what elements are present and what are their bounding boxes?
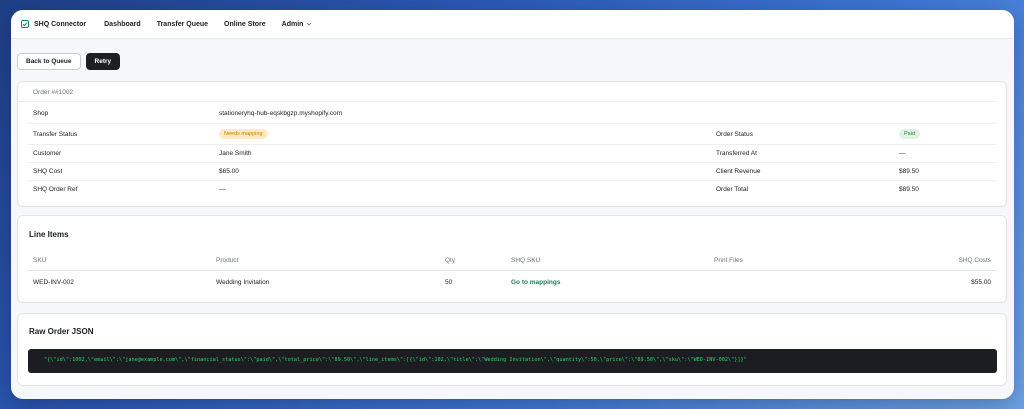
brand-name: SHQ Connector	[34, 20, 87, 28]
customer-value: Jane Smith	[219, 150, 252, 157]
connector-logo-icon	[21, 20, 29, 28]
col-qty: Qty	[445, 257, 456, 264]
transferred-at-label: Transferred At	[716, 150, 757, 157]
shq-order-ref-value: —	[219, 186, 226, 193]
client-revenue-value: $89.50	[899, 168, 919, 175]
chevron-down-icon	[306, 21, 312, 27]
table-divider	[28, 270, 996, 271]
col-shq-costs: SHQ Costs	[958, 257, 991, 264]
order-total-label: Order Total	[716, 186, 749, 193]
nav-online-store[interactable]: Online Store	[224, 21, 266, 28]
transfer-status-label: Transfer Status	[33, 131, 78, 138]
col-print-files: Print Files	[714, 257, 743, 264]
go-to-mappings-link[interactable]: Go to mappings	[511, 279, 560, 286]
app-window: SHQ Connector Dashboard Transfer Queue O…	[11, 10, 1014, 399]
shq-cost-label: SHQ Cost	[33, 168, 63, 175]
cell-sku: WED-INV-002	[33, 279, 74, 286]
brand[interactable]: SHQ Connector	[21, 20, 86, 28]
retry-button[interactable]: Retry	[85, 53, 121, 70]
shq-order-ref-label: SHQ Order Ref	[33, 186, 78, 193]
shop-label: Shop	[33, 110, 49, 117]
raw-json-code[interactable]: "{\"id\":1002,\"email\":\"jane@example.c…	[28, 349, 997, 373]
cell-qty: 50	[445, 279, 453, 286]
top-nav: SHQ Connector Dashboard Transfer Queue O…	[11, 10, 1014, 39]
client-revenue-label: Client Revenue	[716, 168, 761, 175]
order-total-value: $89.50	[899, 186, 919, 193]
nav-transfer-queue[interactable]: Transfer Queue	[157, 21, 208, 28]
status-row: Transfer Status Needs mapping Order Stat…	[28, 124, 996, 145]
back-to-queue-button[interactable]: Back to Queue	[17, 53, 81, 70]
order-status-label: Order Status	[716, 131, 753, 138]
order-details-card: Order ##1002 Shop stationeryhq-hub-eqskb…	[17, 81, 1007, 207]
customer-label: Customer	[33, 150, 62, 157]
col-product: Product	[216, 257, 239, 264]
nav-admin-dropdown[interactable]: Admin	[282, 21, 313, 28]
line-items-title: Line Items	[29, 230, 69, 239]
shop-row: Shop stationeryhq-hub-eqskbgzp.myshopify…	[28, 102, 996, 124]
order-status-badge: Paid	[899, 129, 921, 139]
cost-row: SHQ Cost $65.00 Client Revenue $89.50	[28, 163, 996, 181]
cell-shq-costs: $55.00	[971, 279, 991, 286]
col-sku: SKU	[33, 257, 47, 264]
ref-row: SHQ Order Ref — Order Total $89.50	[28, 181, 996, 199]
line-items-card: Line Items SKU Product Qty SHQ SKU Print…	[17, 215, 1007, 303]
raw-json-title: Raw Order JSON	[29, 327, 94, 336]
customer-row: Customer Jane Smith Transferred At —	[28, 145, 996, 163]
cell-product: Wedding Invitation	[216, 279, 270, 286]
raw-json-card: Raw Order JSON "{\"id\":1002,\"email\":\…	[17, 313, 1007, 386]
nav-dashboard[interactable]: Dashboard	[104, 21, 141, 28]
col-shq-sku: SHQ SKU	[511, 257, 541, 264]
transferred-at-value: —	[899, 150, 906, 157]
shq-cost-value: $65.00	[219, 168, 239, 175]
transfer-status-badge: Needs mapping	[219, 129, 268, 139]
shop-value: stationeryhq-hub-eqskbgzp.myshopify.com	[219, 110, 343, 117]
action-bar: Back to Queue Retry	[17, 53, 121, 70]
order-heading: Order ##1002	[18, 82, 996, 102]
nav-admin-label: Admin	[281, 20, 304, 28]
